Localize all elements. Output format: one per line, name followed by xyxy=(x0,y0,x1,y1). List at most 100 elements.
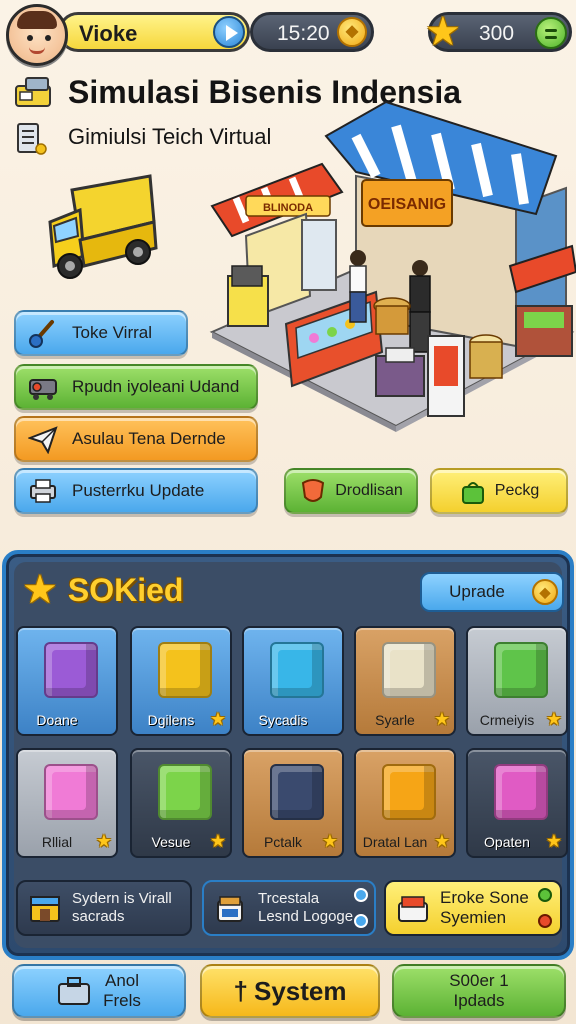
nav-system-label: System xyxy=(253,975,347,1006)
tool-icon: † xyxy=(233,975,248,1006)
peckg-button[interactable]: Peckg xyxy=(430,468,568,514)
item-label: Doane xyxy=(36,712,78,728)
status-dot-red-icon xyxy=(538,914,552,928)
star-icon: ★ xyxy=(22,568,58,612)
bottom-card-trcestala[interactable]: Trcestala Lesnd Logoge xyxy=(202,880,376,936)
star-icon: ★ xyxy=(321,831,338,851)
inventory-item[interactable]: Dratal Lan ★ xyxy=(354,748,456,858)
item-label: Sycadis xyxy=(258,712,308,728)
time-display: 15:20 xyxy=(277,22,330,45)
menu-button-label: Asulau Tena Dernde xyxy=(72,429,226,448)
nav-button-updates[interactable]: S00er 1 Ipdads xyxy=(392,964,566,1018)
star-icon: ★ xyxy=(425,10,461,54)
box-icon xyxy=(158,642,212,698)
info-dot-icon xyxy=(354,888,368,902)
crate-icon xyxy=(398,896,428,922)
time-pill: 15:20 ◆ xyxy=(250,12,374,52)
cash-register-icon xyxy=(15,77,51,107)
menu-button-label: Rpudn iyoleani Udand xyxy=(72,377,240,396)
coin-icon: ◆ xyxy=(532,579,558,605)
drodlisan-label: Drodlisan xyxy=(335,482,403,499)
card-line1: Eroke Sone xyxy=(440,888,529,907)
inventory-item[interactable]: Syarle ★ xyxy=(354,626,456,736)
score-display: 300 xyxy=(479,22,515,45)
storefront-icon xyxy=(30,896,60,922)
menu-button-produksi[interactable]: Rpudn iyoleani Udand xyxy=(14,364,258,410)
bag-icon xyxy=(461,482,484,504)
item-label: Dgilens xyxy=(147,712,195,728)
item-label: Vesue xyxy=(151,834,191,850)
shop-sign-main: OEISANIG xyxy=(368,196,446,213)
item-label: Dratal Lan xyxy=(362,834,428,850)
shopping-bag-icon xyxy=(158,764,212,820)
box-icon xyxy=(382,764,436,820)
inventory-item[interactable]: Sycadis xyxy=(242,626,344,736)
box-icon xyxy=(44,764,98,820)
nav-button-system[interactable]: † System xyxy=(200,964,380,1018)
star-icon: ★ xyxy=(433,709,450,729)
bottom-card-system[interactable]: Sydern is Virall sacrads xyxy=(16,880,192,936)
peckg-label: Peckg xyxy=(494,482,540,499)
briefcase-icon xyxy=(58,977,91,1005)
card-line2: Syemien xyxy=(440,908,507,927)
nav-line2: Ipdads xyxy=(453,991,505,1010)
card-line2: Lesnd Logoge xyxy=(258,908,354,925)
bottom-card-eroke[interactable]: Eroke Sone Syemien xyxy=(384,880,562,936)
player-name: Vioke xyxy=(79,21,138,46)
card-line1: Sydern is Virall xyxy=(72,890,172,907)
card-line2: sacrads xyxy=(72,908,125,925)
box-icon xyxy=(270,642,324,698)
play-icon[interactable] xyxy=(213,16,245,48)
box-icon xyxy=(270,764,324,820)
inventory-title-text: SOKied xyxy=(67,571,184,608)
display-case-icon xyxy=(382,642,436,698)
avatar[interactable] xyxy=(6,4,68,66)
document-icon xyxy=(17,123,47,155)
info-dot-icon xyxy=(354,914,368,928)
inventory-item[interactable]: Opaten ★ xyxy=(466,748,568,858)
inventory-title: ★ SOKied xyxy=(22,568,183,612)
paper-plane-icon xyxy=(28,426,58,454)
shield-icon xyxy=(302,479,325,502)
inventory-item[interactable]: Vesue ★ xyxy=(130,748,232,858)
menu-button-label: Toke Virral xyxy=(72,323,152,342)
inventory-item[interactable]: Dgilens ★ xyxy=(130,626,232,736)
coin-icon: ◆ xyxy=(337,17,367,47)
item-label: Syarle xyxy=(375,712,415,728)
shop-scene[interactable]: OEISANIG BLINODA xyxy=(206,96,576,432)
printer-icon xyxy=(30,479,56,503)
item-label: Opaten xyxy=(484,834,530,850)
drodlisan-button[interactable]: Drodlisan xyxy=(284,468,418,514)
item-label: Rllial xyxy=(41,834,73,850)
inventory-item[interactable]: Pctalk ★ xyxy=(242,748,344,858)
nav-line1: Anol xyxy=(104,971,140,990)
item-label: Crmeiyis xyxy=(479,712,535,728)
dump-truck-icon[interactable] xyxy=(42,170,160,284)
nav-button-anol-frels[interactable]: Anol Frels xyxy=(12,964,186,1018)
menu-button-asuransi[interactable]: Asulau Tena Dernde xyxy=(14,416,258,462)
star-icon: ★ xyxy=(545,831,562,851)
nav-line2: Frels xyxy=(103,991,141,1010)
menu-button-label: Pusterrku Update xyxy=(72,481,205,500)
upgrade-button[interactable]: Uprade ◆ xyxy=(420,572,564,612)
star-icon: ★ xyxy=(545,709,562,729)
star-icon: ★ xyxy=(209,709,226,729)
item-label: Pctalk xyxy=(263,834,303,850)
upgrade-label: Uprade xyxy=(449,582,505,601)
card-line1: Trcestala xyxy=(258,890,320,907)
brush-icon xyxy=(29,320,54,348)
shop-sign-small: BLINODA xyxy=(263,202,313,214)
machine-icon xyxy=(29,379,57,400)
menu-icon[interactable] xyxy=(535,17,567,49)
box-icon xyxy=(494,642,548,698)
star-icon: ★ xyxy=(209,831,226,851)
star-icon: ★ xyxy=(95,831,112,851)
menu-button-pusterrku-update[interactable]: Pusterrku Update xyxy=(14,468,258,514)
inventory-item[interactable]: Doane xyxy=(16,626,118,736)
inventory-item[interactable]: Rllial ★ xyxy=(16,748,118,858)
star-icon: ★ xyxy=(433,831,450,851)
inventory-item[interactable]: Crmeiyis ★ xyxy=(466,626,568,736)
menu-button-toko-virral[interactable]: Toke Virral xyxy=(14,310,188,356)
player-name-pill[interactable]: Vioke xyxy=(58,12,250,52)
box-icon xyxy=(494,764,548,820)
